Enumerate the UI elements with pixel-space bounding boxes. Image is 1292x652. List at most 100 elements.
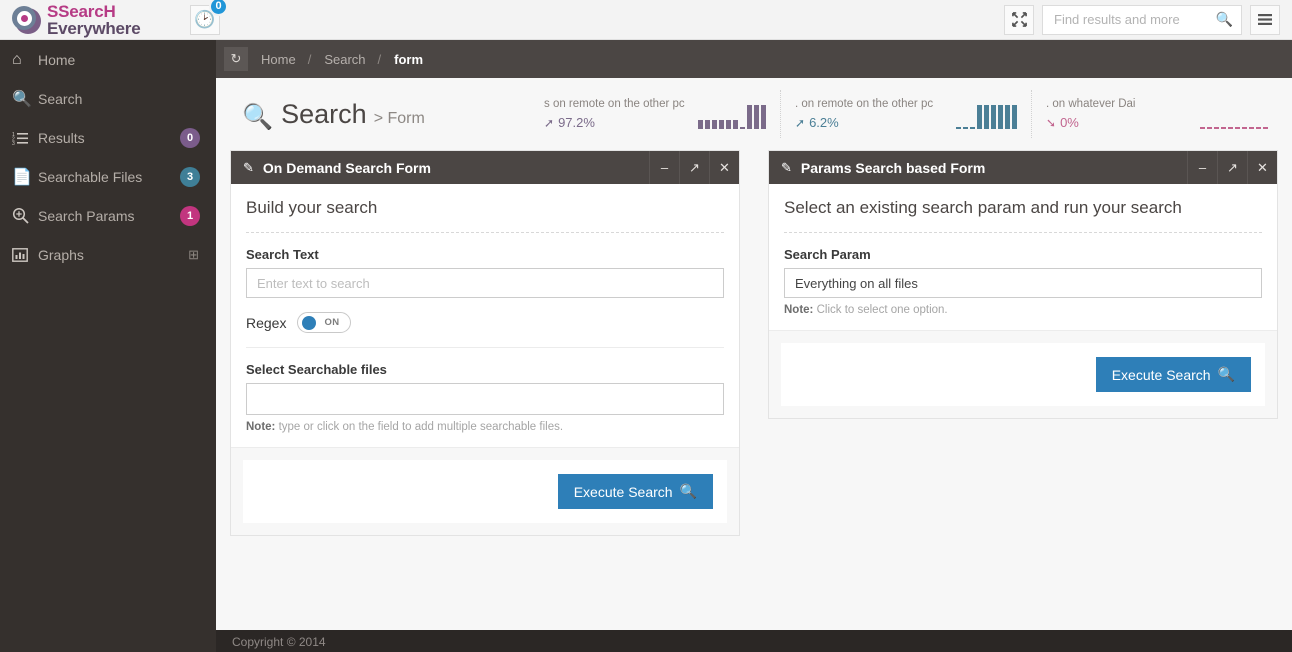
execute-search-label: Execute Search [574,484,673,500]
panel-body: Select an existing search param and run … [769,184,1277,316]
svg-text:3: 3 [12,141,15,145]
searchable-files-group: Select Searchable files Note: type or cl… [246,362,724,433]
sparkline-bar [712,120,717,129]
search-text-label: Search Text [246,247,724,262]
sparkline-bar [761,105,766,129]
search-param-input[interactable] [784,268,1262,298]
ordered-list-icon: 1 2 3 [12,131,38,145]
refresh-icon[interactable]: ↻ [224,47,248,71]
execute-search-button[interactable]: Execute Search 🔍 [558,474,713,509]
breadcrumb-item-home[interactable]: Home [261,52,296,67]
search-param-label: Search Param [784,247,1262,262]
search-icon: 🔍 [1218,366,1235,383]
global-search[interactable]: 🔍 [1042,5,1242,35]
sidebar-item-search[interactable]: 🔍 Search [0,79,216,118]
brand-line-2: Everywhere [47,20,140,37]
close-icon[interactable]: ✕ [1247,151,1277,184]
sidebar-item-graphs[interactable]: Graphs ⊞ [0,235,216,274]
sidebar-item-home[interactable]: ⌂ Home [0,40,216,79]
sparkline-bar [991,105,996,129]
sidebar-item-label: Search [38,91,216,107]
clock-badge: 0 [209,0,228,16]
note-bold: Note: [784,304,813,316]
execute-search-label: Execute Search [1112,367,1211,383]
stat-value: 97.2% [558,115,595,130]
target-logo-icon [12,5,42,35]
menu-button[interactable] [1250,5,1280,35]
page-header: 🔍 Search > Form s on remote on the other… [216,78,1292,150]
sidebar-badge-results: 0 [180,128,200,148]
search-icon[interactable]: 🔍 [1216,11,1233,28]
regex-toggle[interactable]: ON [297,312,351,333]
brand-line-1: SSearcH [47,3,140,20]
execute-search-button[interactable]: Execute Search 🔍 [1096,357,1251,392]
sidebar-item-label: Home [38,52,216,68]
brand-text: SSearcH Everywhere [47,3,140,37]
fullscreen-button[interactable] [1004,5,1034,35]
close-icon[interactable]: ✕ [709,151,739,184]
sparkline-bar [963,127,968,129]
expand-icon[interactable]: ↗ [679,151,709,184]
sparkline-bar [726,120,731,129]
sparkline-bar [1221,127,1226,129]
brand-logo[interactable]: SSearcH Everywhere [12,3,172,37]
sidebar-item-label: Results [38,130,180,146]
search-input[interactable] [1052,11,1212,28]
sidebar-badge-search-params: 1 [180,206,200,226]
stat-widget: . on remote on the other pc ➚ 6.2% [780,90,1031,138]
search-icon: 🔍 [680,483,697,500]
minimize-icon[interactable]: – [1187,151,1217,184]
sparkline-bar [1005,105,1010,129]
breadcrumb-separator: / [378,52,382,67]
sidebar-badge-searchable-files: 3 [180,167,200,187]
plus-square-icon[interactable]: ⊞ [188,247,199,263]
minimize-icon[interactable]: – [649,151,679,184]
search-icon: 🔍 [12,89,38,109]
expand-icon[interactable]: ↗ [1217,151,1247,184]
regex-toggle-row: Regex ON [246,312,724,348]
panel-tools: – ↗ ✕ [649,151,739,184]
panel-footer: Execute Search 🔍 [769,330,1277,418]
note-text: type or click on the field to add multip… [275,421,563,433]
sparkline-bar [705,120,710,129]
main-content: ↻ Home / Search / form 🔍 Search > Form s… [216,40,1292,652]
sparkline-bar [733,120,738,129]
page-footer: Copyright © 2014 [216,630,1292,652]
breadcrumb: ↻ Home / Search / form [216,40,1292,78]
bar-chart-icon [12,248,38,262]
search-param-note: Note: Click to select one option. [784,304,1262,316]
panel-row: ✎ On Demand Search Form – ↗ ✕ Build your… [216,150,1292,536]
stat-title: . on whatever Dai [1046,98,1192,110]
sidebar-item-searchable-files[interactable]: 📄 Searchable Files 3 [0,157,216,196]
sparkline-bar [1200,127,1205,129]
clock-button[interactable]: 🕑 0 [190,5,220,35]
breadcrumb-item-form: form [394,52,423,67]
sparkline-chart [1192,99,1268,129]
searchable-files-input[interactable] [246,383,724,415]
search-text-group: Search Text [246,247,724,298]
sparkline-bar [698,120,703,129]
top-bar: SSearcH Everywhere 🕑 0 🔍 [0,0,1292,40]
search-icon: 🔍 [242,103,273,132]
search-text-input[interactable] [246,268,724,298]
search-param-group: Search Param Note: Click to select one o… [784,247,1262,316]
top-bar-actions: 🔍 [1004,5,1280,35]
sparkline-bar [998,105,1003,129]
sparkline-bar [1256,127,1261,129]
sparkline-bar [1207,127,1212,129]
sidebar-item-results[interactable]: 1 2 3 Results 0 [0,118,216,157]
edit-square-icon: ✎ [781,160,792,176]
sparkline-bar [747,105,752,129]
note-bold: Note: [246,421,275,433]
page-title: 🔍 Search > Form [242,99,425,130]
hamburger-menu-icon [1257,13,1273,26]
zoom-in-icon [12,207,38,224]
toggle-knob [302,316,316,330]
sparkline-bar [984,105,989,129]
breadcrumb-item-search[interactable]: Search [324,52,365,67]
arrow-up-circle-icon: ➚ [795,116,805,130]
file-icon: 📄 [12,167,38,187]
sparkline-bar [970,127,975,129]
sidebar-item-search-params[interactable]: Search Params 1 [0,196,216,235]
note-text: Click to select one option. [813,304,947,316]
